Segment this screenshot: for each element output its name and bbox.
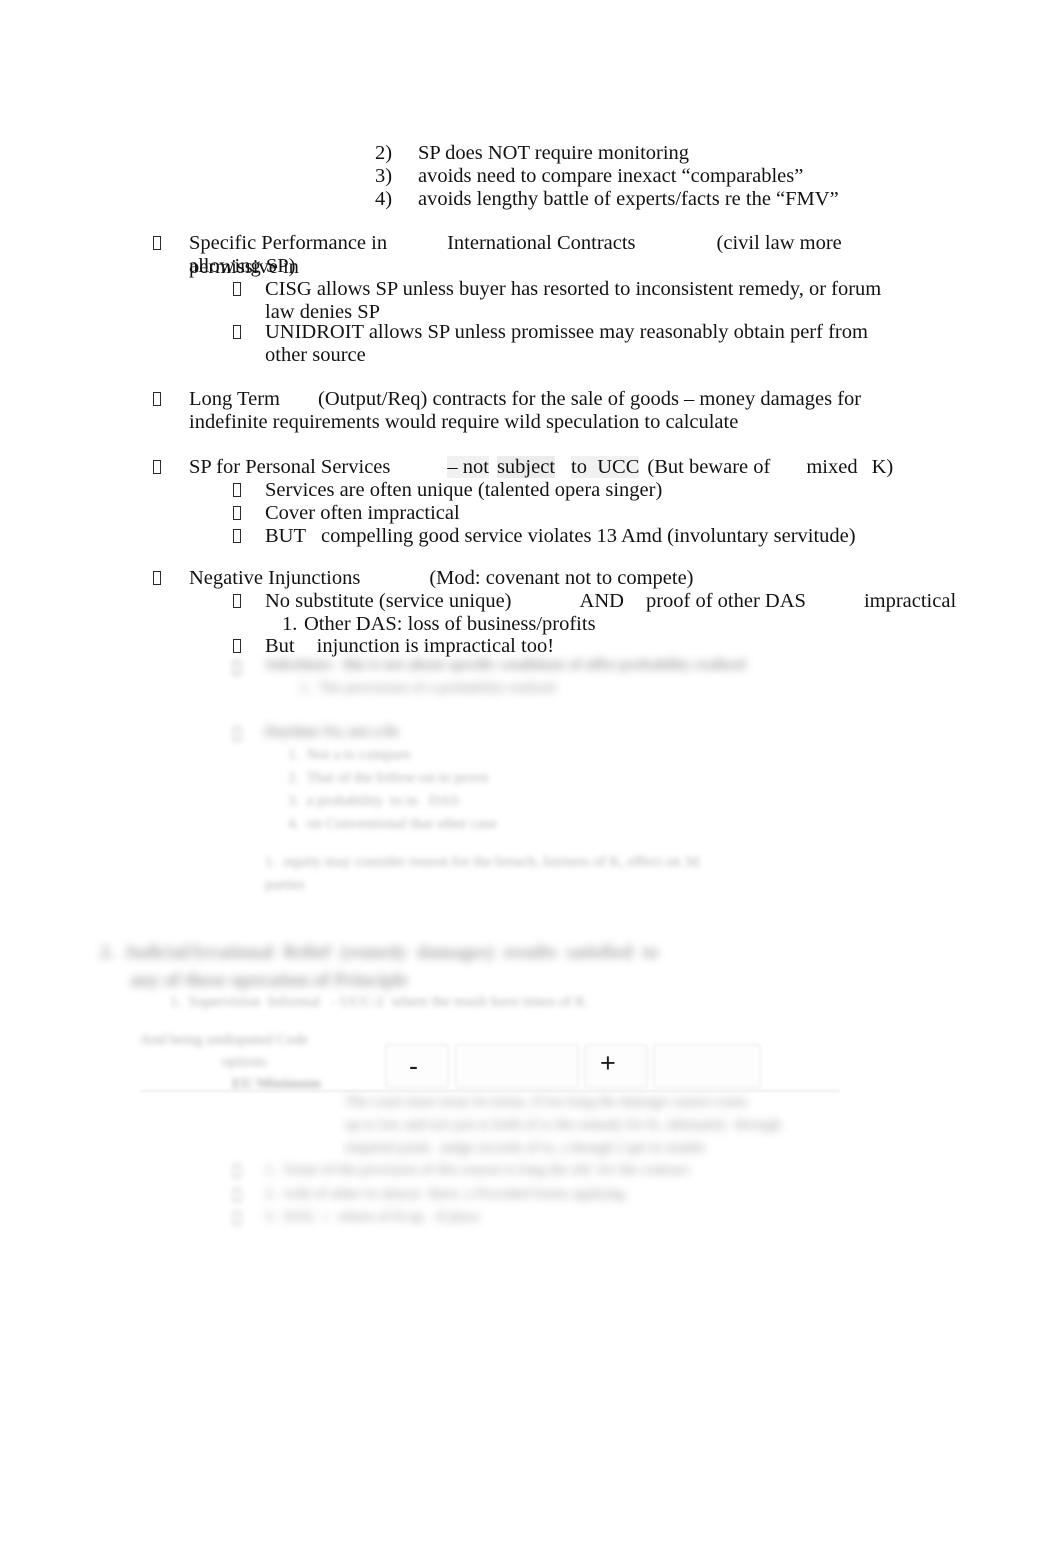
redacted-block-4-line1: The court must issue its terms, if too l…	[345, 1094, 747, 1110]
ps-run: – not	[447, 456, 489, 478]
section-heading-international-contracts: Specific Performance in International Con…	[189, 232, 929, 279]
ni-numbered-item: 1. Other DAS: loss of business/profits	[282, 613, 802, 637]
long-term-run: (Output/Req) contracts for the sale of g…	[318, 388, 862, 410]
ps-subitem-13-amd: BUT compelling good service violates 13 …	[265, 525, 856, 547]
bullet-box-icon	[153, 388, 161, 412]
bullet-box-icon	[153, 567, 161, 591]
bullet-box-icon	[233, 479, 241, 503]
ni-sub-run: impractical	[863, 590, 957, 612]
redacted-block-1: Substitute: this is not about specific c…	[265, 657, 746, 673]
ps-run: K)	[871, 456, 894, 478]
long-term-run: Long Term	[189, 388, 280, 410]
ps-run: mixed	[806, 456, 858, 478]
redacted-block-4-line6: 3. DAS + where of K/up if place	[265, 1209, 480, 1225]
ghost-box-4	[653, 1044, 761, 1088]
section-long-term-line2: indefinite requirements would require wi…	[189, 411, 739, 433]
bullet-box-icon	[233, 502, 241, 526]
ni-subitem-no-substitute: No substitute (service unique) AND proof o…	[265, 590, 965, 614]
ps-run-highlighted: subject	[496, 456, 556, 478]
bullet-box-icon	[153, 456, 161, 480]
list-marker: 4)	[375, 188, 393, 210]
section-negative-injunctions: Negative Injunctions (Mod: covenant not t…	[189, 567, 949, 591]
ps-subitem-services-unique: Services are often unique (talented oper…	[265, 479, 663, 501]
redacted-form-label: And being undisputed Code	[140, 1032, 308, 1048]
subitem-unidroit-line1: UNIDROIT allows SP unless promissee may …	[265, 321, 868, 343]
list-item-text: avoids need to compare inexact “comparab…	[418, 165, 804, 187]
section-heading-line-2: allowing SP)	[189, 255, 296, 277]
redacted-block-2-line5: 4. on Conventional that other case	[288, 816, 497, 832]
subitem-unidroit-line2: other source	[265, 344, 366, 366]
redacted-block-3: 1. equity may consider reason for the br…	[265, 854, 700, 870]
redacted-block-2-line4: 3. a probability to in DAS	[288, 793, 459, 809]
redacted-block-2-line2: 1. Not a to compare	[288, 747, 411, 763]
list-item-text: SP does NOT require monitoring	[418, 142, 690, 164]
ps-run: SP for Personal Services	[189, 456, 391, 478]
ni-run: Negative Injunctions	[189, 567, 361, 589]
ni-sub-run: AND	[579, 590, 624, 612]
bullet-box-icon-redacted	[233, 1207, 241, 1231]
ps-subitem-cover-impractical: Cover often impractical	[265, 502, 460, 524]
bullet-box-icon-redacted	[233, 1160, 241, 1184]
redacted-block-3-line2: parties	[265, 877, 305, 893]
ps-run: (But beware of	[647, 456, 771, 478]
list-item-text: Other DAS: loss of business/profits	[304, 613, 596, 635]
redacted-block-4-line3: required point. judge records of to, a t…	[345, 1140, 705, 1156]
redacted-block-4-line5: 2. with of other in almost there, a Prov…	[265, 1186, 625, 1202]
bullet-box-icon	[233, 525, 241, 549]
redacted-block-2-line3: 2. That of the follow-on to prove	[288, 770, 489, 786]
bullet-box-icon	[233, 635, 241, 659]
section-long-term-line1: Long Term (Output/Req) contracts for the …	[189, 388, 929, 412]
bullet-box-icon-redacted	[233, 657, 241, 681]
numbered-list-item: 2) SP does NOT require monitoring	[375, 142, 975, 166]
redacted-block-4-line2: up to law and not just to hold of to the…	[345, 1117, 782, 1133]
ni-sub-run: proof of other DAS	[645, 590, 806, 612]
bullet-box-icon	[233, 590, 241, 614]
redacted-heading: 2. Judicial/Irrational Relief (remedy da…	[100, 942, 659, 963]
redacted-block-2: Daytime No, not a lis	[265, 724, 399, 740]
ni-sub-run: injunction is impractical too!	[316, 635, 555, 657]
list-marker: 1.	[282, 613, 298, 635]
ps-run-highlighted: to UCC	[571, 456, 640, 478]
heading-run: International Contracts	[447, 232, 636, 254]
ni-run: (Mod: covenant not to compete)	[429, 567, 694, 589]
redacted-block-4-line4: 1. Some of the provision of this reason …	[265, 1162, 690, 1178]
ni-sub-run: No substitute (service unique)	[265, 590, 512, 612]
ni-sub-run: But	[265, 635, 295, 657]
ghost-box-2	[455, 1044, 579, 1088]
numbered-list-item: 3) avoids need to compare inexact “compa…	[375, 165, 975, 189]
bullet-box-icon	[233, 321, 241, 345]
subitem-cisg-line1: CISG allows SP unless buyer has resorted…	[265, 278, 882, 300]
plus-sign: +	[600, 1048, 616, 1078]
list-item-text: avoids lengthy battle of experts/facts r…	[418, 188, 839, 210]
list-marker: 3)	[375, 165, 393, 187]
document-page: 2) SP does NOT require monitoring 3) avo…	[0, 0, 1062, 1561]
section-personal-services: SP for Personal Services – not subject to U…	[189, 456, 949, 480]
redacted-block-1-line2: 1. The provisions of a probability reali…	[300, 680, 556, 696]
ghost-box-3	[584, 1044, 648, 1088]
list-marker: 2)	[375, 142, 393, 164]
numbered-list-item: 4) avoids lengthy battle of experts/fact…	[375, 188, 975, 212]
redacted-heading-line2: any of these operation of Principle	[130, 970, 409, 991]
bullet-box-icon	[153, 232, 161, 256]
bullet-box-icon-redacted	[233, 1184, 241, 1208]
heading-run: Specific Performance in	[189, 232, 388, 254]
redacted-form-option: options	[222, 1054, 267, 1070]
bullet-box-icon	[233, 278, 241, 302]
minus-sign: -	[409, 1051, 418, 1081]
redacted-heading-line3: 1. Supervision Informal - UCC-2 where th…	[170, 994, 587, 1010]
bullet-box-icon-redacted	[233, 723, 241, 747]
